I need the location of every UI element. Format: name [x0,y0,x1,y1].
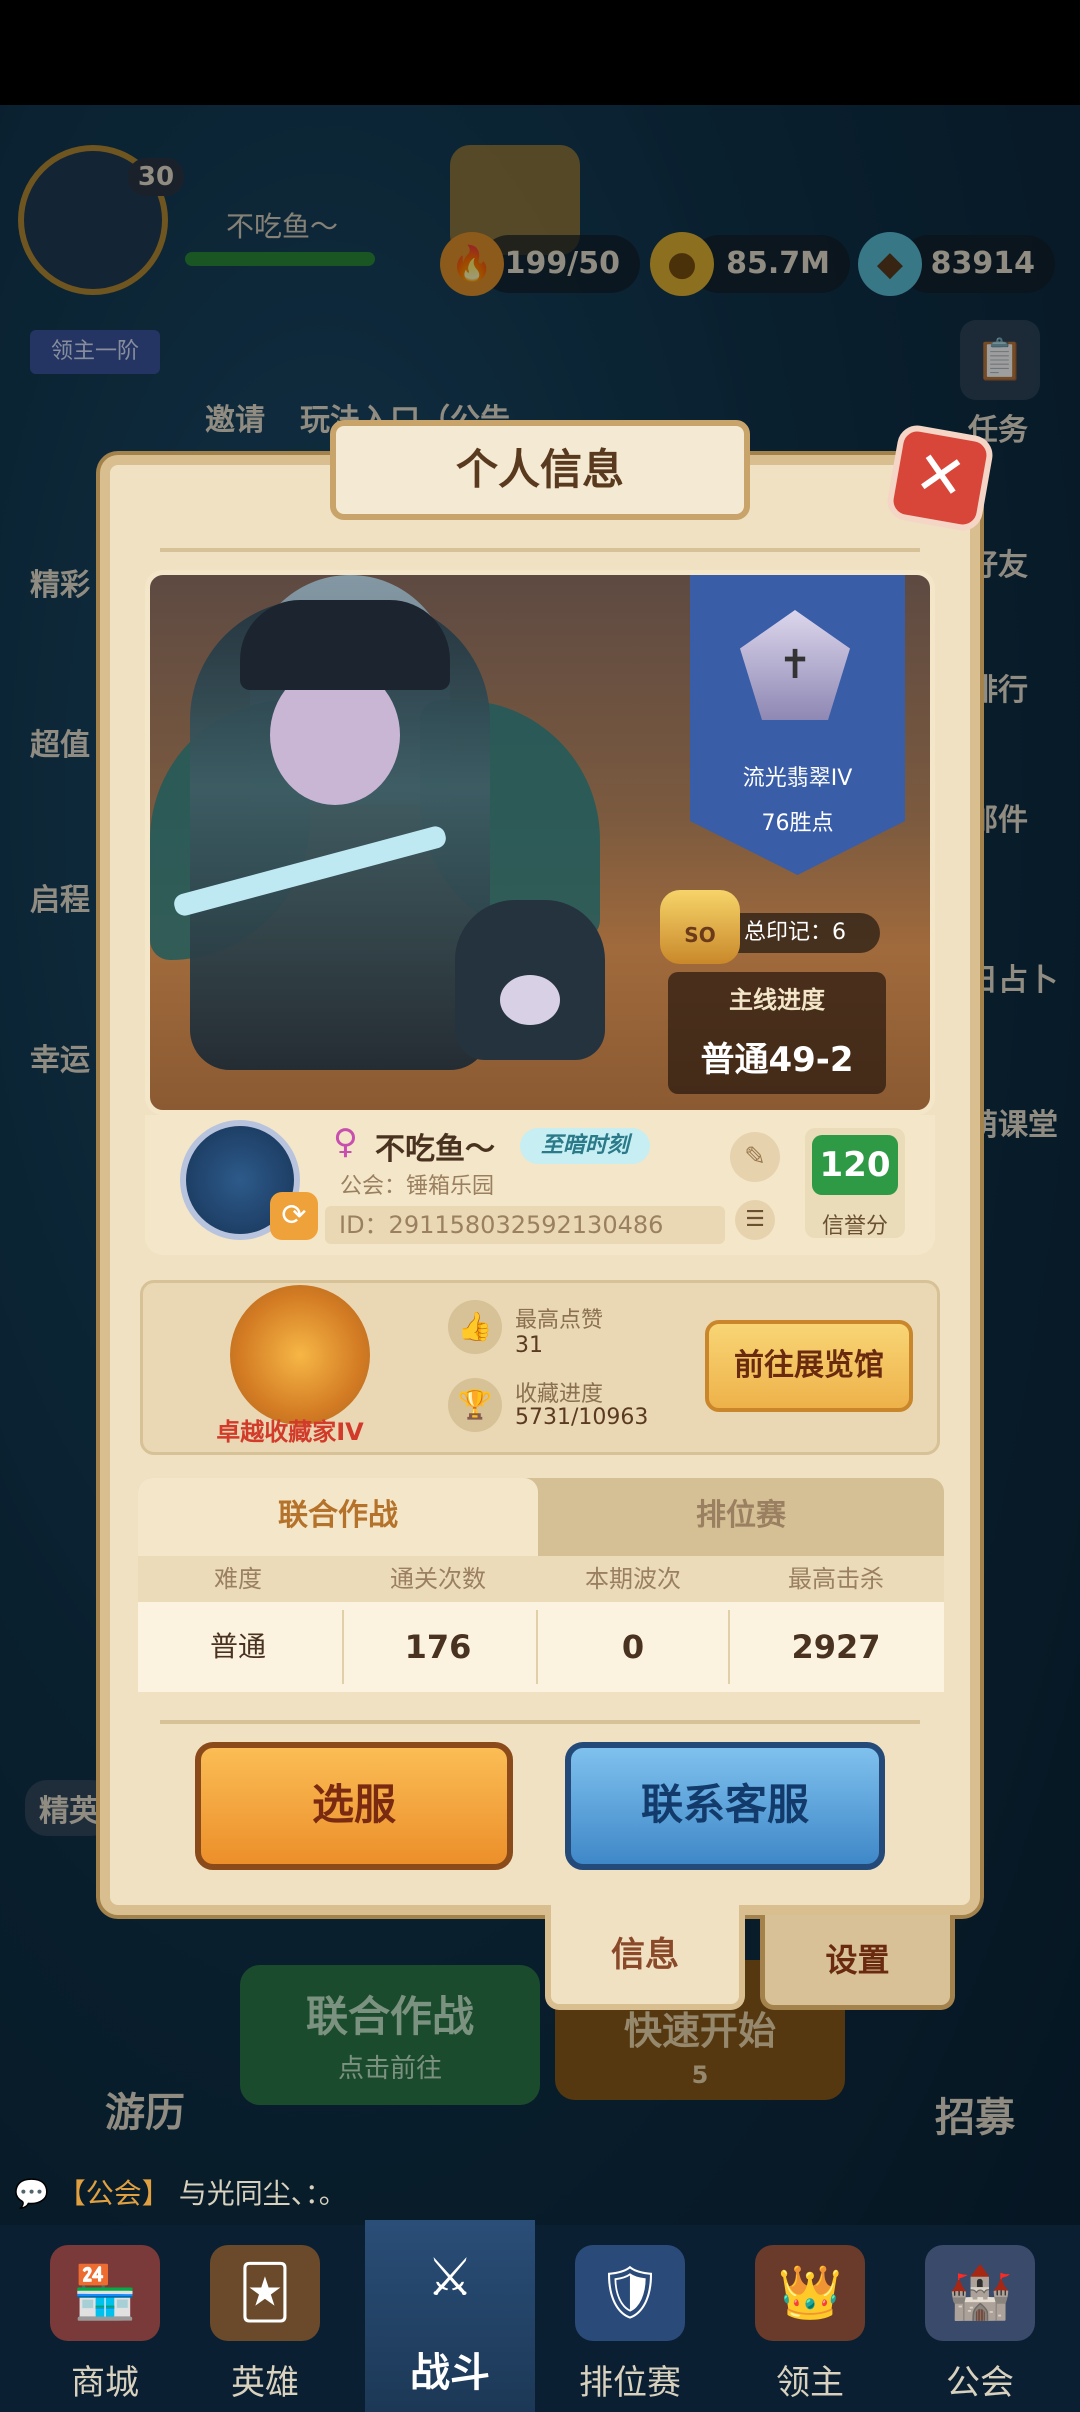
tab-settings[interactable]: 设置 [760,1915,955,2010]
nav-lord[interactable]: 👑 领主 [705,2235,915,2405]
credit-score: 120 [812,1135,898,1195]
select-server-button[interactable]: 选服 [195,1742,513,1870]
td-clears: 176 [404,1628,472,1666]
th-clears: 通关次数 [390,1565,486,1593]
mark-badge-icon: SO [660,890,740,964]
trophy-icon[interactable] [230,1285,370,1425]
nav-battle[interactable]: ⚔ 战斗 [365,2220,535,2412]
swap-avatar-icon[interactable]: ⟳ [270,1192,318,1240]
th-waves: 本期波次 [585,1565,681,1593]
td-waves: 0 [621,1628,645,1666]
tab-coop[interactable]: 联合作战 [138,1478,538,1556]
gallery-button[interactable]: 前往展览馆 [705,1320,913,1412]
th-kills: 最高击杀 [788,1565,884,1593]
nav-ranked-label: 排位赛 [579,2363,681,2403]
chat-channel: 【公会】 [57,2177,170,2210]
profile-title-badge[interactable]: 至暗时刻 [520,1128,650,1164]
shield-icon: 🛡 [575,2245,685,2341]
list-icon[interactable]: ☰ [735,1200,775,1240]
panel-title: 个人信息 [330,420,750,520]
panel-top-divider [160,548,920,552]
profile-id[interactable]: ID：291158032592130486 [325,1206,725,1244]
panel-bottom-divider [160,1720,920,1724]
td-kills: 2927 [791,1628,881,1666]
contact-support-button[interactable]: 联系客服 [565,1742,885,1870]
shop-icon: 🏪 [50,2245,160,2341]
collection-progress-label: 收藏进度 [515,1382,604,1407]
hero-hat [240,600,450,690]
profile-guild: 公会：锤箱乐园 [340,1174,495,1199]
banner-icon: 👑 [755,2245,865,2341]
credit-label: 信誉分 [821,1214,888,1239]
nav-guild-label: 公会 [946,2363,1014,2403]
close-icon: ✕ [909,437,972,515]
trophy-small-icon: 🏆 [448,1378,502,1432]
likes-label: 最高点赞 [515,1308,604,1333]
collector-title: 卓越收藏家IV [216,1418,364,1446]
nav-ranked[interactable]: 🛡 排位赛 [525,2235,735,2405]
rank-points: 76胜点 [761,811,834,836]
rank-name: 流光翡翠IV [742,766,853,791]
nav-battle-label: 战斗 [410,2350,490,2396]
chat-message: 与光同尘、：。 [178,2177,347,2210]
likes-value: 31 [515,1333,543,1358]
close-button[interactable]: ✕ [884,422,996,534]
cards-icon: 🃏 [210,2245,320,2341]
tab-ranked[interactable]: 排位赛 [538,1478,944,1556]
tab-info[interactable]: 信息 [545,1905,745,2010]
thumbs-up-icon: 👍 [448,1300,502,1354]
nav-heroes-label: 英雄 [231,2363,299,2403]
main-progress-value: 普通49-2 [700,1040,854,1080]
nav-lord-label: 领主 [776,2363,844,2403]
collection-progress-value: 5731/10963 [515,1405,649,1430]
feather-icon[interactable]: ✎ [730,1132,780,1182]
castle-icon: 🏰 [925,2245,1035,2341]
pet-face [500,975,560,1025]
female-icon: ♀ [333,1122,358,1162]
chat-icon: 💬 [14,2177,49,2210]
profile-name: 不吃鱼～ [375,1132,495,1167]
th-difficulty: 难度 [214,1565,262,1593]
swords-icon: ⚔ [426,2248,474,2308]
td-difficulty: 普通 [209,1630,266,1663]
nav-heroes[interactable]: 🃏 英雄 [160,2235,370,2405]
chat-bar[interactable]: 💬 【公会】 与光同尘、：。 [0,2165,1080,2223]
main-progress-title: 主线进度 [729,986,825,1014]
nav-guild[interactable]: 🏰 公会 [885,2235,1075,2405]
